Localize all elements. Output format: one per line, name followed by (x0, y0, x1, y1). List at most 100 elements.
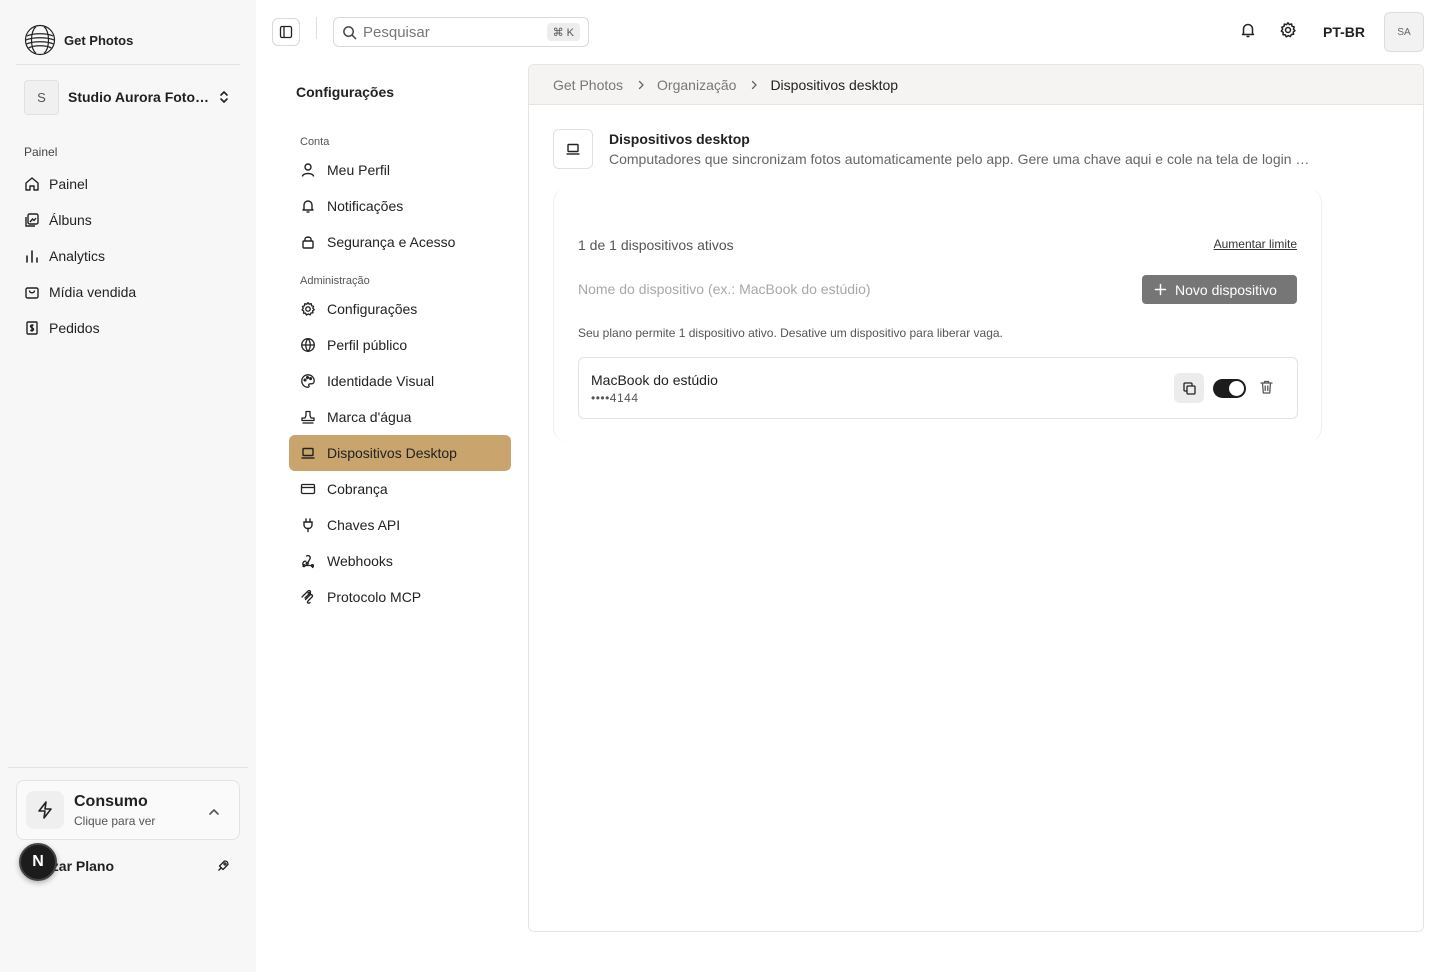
settings-item-label: Chaves API (327, 517, 401, 533)
device-name-input[interactable]: Nome do dispositivo (ex.: MacBook do est… (578, 281, 871, 297)
divider (8, 767, 248, 768)
divider (16, 64, 240, 65)
rocket-icon (216, 859, 230, 873)
settings-item-identidade-visual[interactable]: Identidade Visual (289, 363, 511, 399)
n-badge[interactable]: N (19, 843, 57, 881)
brand[interactable]: Get Photos (24, 24, 133, 56)
images-icon (24, 212, 40, 228)
logo-icon (24, 24, 56, 56)
settings-item-cobranca[interactable]: Cobrança (289, 471, 511, 507)
sidebar-item-midia-vendida[interactable]: Mídia vendida (16, 274, 240, 310)
sidebar-item-label: Álbuns (49, 212, 92, 228)
settings-item-label: Perfil público (327, 337, 408, 353)
bell-icon[interactable] (1239, 21, 1257, 39)
usage-subtitle: Clique para ver (74, 813, 156, 828)
breadcrumb-item[interactable]: Get Photos (553, 77, 623, 93)
new-device-button[interactable]: Novo dispositivo (1142, 275, 1297, 304)
settings-item-perfil-publico[interactable]: Perfil público (289, 327, 511, 363)
settings-nav-admin: Configurações Perfil público Identidade … (289, 291, 511, 615)
gear-icon[interactable] (1279, 21, 1297, 39)
settings-item-label: Protocolo MCP (327, 589, 422, 605)
toggle-knob (1229, 381, 1244, 396)
sidebar-item-label: Analytics (49, 248, 106, 264)
devices-card: 1 de 1 dispositivos ativos Aumentar limi… (553, 187, 1322, 443)
sidebar-toggle-button[interactable] (272, 18, 300, 46)
org-name: Studio Aurora Fotografia (68, 89, 210, 105)
gear-icon (300, 301, 316, 317)
new-device-label: Novo dispositivo (1175, 281, 1277, 298)
settings-item-label: Cobrança (327, 481, 388, 497)
copy-key-button[interactable] (1174, 373, 1204, 403)
settings-item-notificacoes[interactable]: Notificações (289, 188, 511, 224)
settings-item-label: Meu Perfil (327, 162, 391, 178)
settings-item-chaves-api[interactable]: Chaves API (289, 507, 511, 543)
device-enabled-toggle[interactable] (1213, 379, 1246, 398)
brand-name: Get Photos (64, 32, 134, 48)
credit-card-icon (300, 481, 316, 497)
main-nav: Painel Álbuns Analytics Mídia vendida Pe… (16, 166, 240, 346)
breadcrumb-current: Dispositivos desktop (770, 76, 899, 93)
device-name: MacBook do estúdio (591, 372, 718, 388)
receipt-icon (24, 320, 40, 336)
laptop-icon (300, 445, 316, 461)
trash-icon[interactable] (1259, 379, 1274, 395)
sidebar-item-label: Mídia vendida (49, 284, 137, 300)
mcp-icon (300, 589, 316, 605)
device-key: ••••4144 (591, 391, 639, 405)
settings-nav-account: Meu Perfil Notificações Segurança e Aces… (289, 152, 511, 260)
search-input[interactable]: Pesquisar ⌘ K (333, 17, 589, 47)
settings-item-protocolo-mcp[interactable]: Protocolo MCP (289, 579, 511, 615)
globe-icon (300, 337, 316, 353)
org-switcher[interactable]: S Studio Aurora Fotografia (16, 74, 240, 120)
sidebar-item-painel[interactable]: Painel (16, 166, 240, 202)
chevron-up-icon (207, 805, 221, 819)
breadcrumb-item[interactable]: Organização (657, 77, 736, 93)
plan-limit-note: Seu plano permite 1 dispositivo ativo. D… (578, 326, 1003, 340)
sidebar-panel-icon (279, 25, 293, 39)
settings-item-marca-dagua[interactable]: Marca d'água (289, 399, 511, 435)
avatar[interactable]: SA (1384, 12, 1424, 52)
section-title: Dispositivos desktop (609, 131, 750, 147)
stamp-icon (300, 409, 316, 425)
chevron-right-icon (637, 80, 645, 90)
user-icon (300, 162, 316, 178)
device-row: MacBook do estúdio ••••4144 (578, 357, 1298, 419)
home-icon (24, 176, 40, 192)
settings-item-dispositivos-desktop[interactable]: Dispositivos Desktop (289, 435, 511, 471)
raise-limit-link[interactable]: Aumentar limite (1214, 237, 1297, 251)
chevron-right-icon (750, 80, 758, 90)
bell-icon (300, 198, 316, 214)
sidebar-item-albuns[interactable]: Álbuns (16, 202, 240, 238)
language-selector[interactable]: PT-BR (1323, 24, 1365, 40)
settings-title: Configurações (296, 84, 395, 100)
search-placeholder: Pesquisar (363, 23, 430, 41)
chevrons-up-down-icon (216, 89, 232, 105)
settings-group-label: Administração (300, 275, 370, 287)
copy-icon (1182, 381, 1197, 396)
settings-item-webhooks[interactable]: Webhooks (289, 543, 511, 579)
sidebar-item-label: Painel (49, 176, 88, 192)
section-header: Dispositivos desktop Computadores que si… (553, 129, 1311, 169)
breadcrumb: Get Photos Organização Dispositivos desk… (529, 65, 1423, 105)
usage-card[interactable]: Consumo Clique para ver (16, 780, 240, 840)
active-devices-count: 1 de 1 dispositivos ativos (578, 237, 734, 253)
settings-item-label: Notificações (327, 198, 404, 214)
settings-item-label: Configurações (327, 301, 418, 317)
lock-icon (300, 234, 316, 250)
plug-icon (300, 517, 316, 533)
sidebar-item-analytics[interactable]: Analytics (16, 238, 240, 274)
main-panel: Get Photos Organização Dispositivos desk… (528, 64, 1424, 932)
divider (316, 17, 317, 39)
settings-item-label: Webhooks (327, 553, 393, 569)
settings-item-meu-perfil[interactable]: Meu Perfil (289, 152, 511, 188)
laptop-icon (553, 129, 593, 169)
settings-item-label: Dispositivos Desktop (327, 445, 457, 461)
search-shortcut: ⌘ K (546, 23, 580, 41)
settings-item-label: Segurança e Acesso (327, 234, 456, 250)
settings-group-label: Conta (300, 136, 330, 148)
settings-item-seguranca[interactable]: Segurança e Acesso (289, 224, 511, 260)
settings-item-label: Marca d'água (327, 409, 412, 425)
shopping-bag-icon (24, 284, 40, 300)
settings-item-configuracoes[interactable]: Configurações (289, 291, 511, 327)
sidebar-item-pedidos[interactable]: Pedidos (16, 310, 240, 346)
